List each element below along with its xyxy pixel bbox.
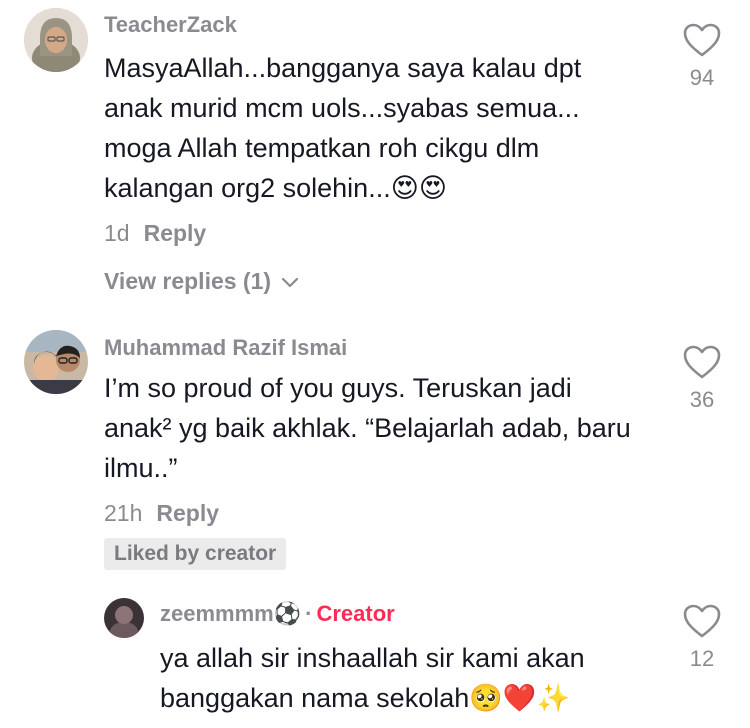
- comment-time: 21h: [104, 500, 143, 526]
- avatar[interactable]: [104, 598, 144, 638]
- like-button[interactable]: 12: [677, 603, 727, 672]
- like-button[interactable]: 94: [677, 22, 727, 91]
- comment-meta: 1d Reply: [104, 220, 206, 247]
- view-replies-button[interactable]: View replies (1): [104, 268, 299, 295]
- comment-emoji: 😍😍: [390, 173, 448, 204]
- view-replies-label: View replies (1): [104, 268, 272, 294]
- heart-outline-icon: [683, 604, 721, 638]
- comment-username[interactable]: Muhammad Razif Ismai: [104, 335, 347, 361]
- reply-button[interactable]: Reply: [144, 220, 207, 246]
- heart-outline-icon: [683, 345, 721, 379]
- avatar-image: [24, 8, 88, 72]
- reply-emoji: 🥺❤️✨: [469, 683, 571, 714]
- comment-time: 1d: [104, 220, 130, 246]
- avatar-image: [104, 598, 144, 638]
- reply-button[interactable]: Reply: [156, 500, 219, 526]
- reply-username[interactable]: zeemmmm⚽: [160, 601, 302, 627]
- like-count: 36: [689, 387, 715, 412]
- separator-dot: ·: [305, 601, 313, 626]
- avatar-image: [24, 330, 88, 394]
- avatar[interactable]: [24, 8, 88, 72]
- reply-username-line: zeemmmm⚽ · Creator: [160, 601, 395, 627]
- like-button[interactable]: 36: [677, 344, 727, 413]
- comment-username[interactable]: TeacherZack: [104, 12, 237, 38]
- comment-text: I’m so proud of you guys. Teruskan jadi …: [104, 373, 631, 483]
- chevron-down-icon: [282, 277, 299, 288]
- comment-text-body: MasyaAllah...bangganya saya kalau dpt an…: [104, 53, 582, 203]
- comment-text: MasyaAllah...bangganya saya kalau dpt an…: [104, 48, 644, 209]
- liked-by-creator-badge: Liked by creator: [104, 538, 287, 570]
- heart-outline-icon: [683, 23, 721, 57]
- like-count: 94: [689, 65, 715, 90]
- reply-text: ya allah sir inshaallah sir kami akan ba…: [160, 638, 640, 719]
- avatar[interactable]: [24, 330, 88, 394]
- like-count: 12: [689, 646, 715, 671]
- creator-badge: Creator: [316, 601, 395, 626]
- comment-meta: 21h Reply: [104, 500, 219, 527]
- soccer-ball-icon: ⚽: [273, 602, 302, 627]
